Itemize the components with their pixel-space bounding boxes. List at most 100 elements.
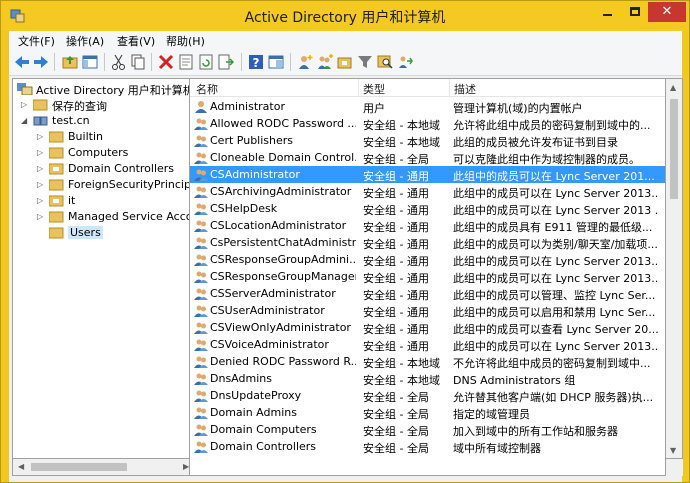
table-row[interactable]: CSResponseGroupAdmini... 安全组 - 通用 此组中的成员可以… (190, 251, 665, 268)
table-row[interactable]: Domain Admins 安全组 - 全局 指定的域管理员 (190, 404, 665, 421)
folder-icon (49, 211, 64, 223)
object-type-cell: 安全组 - 本地域 (363, 357, 440, 370)
table-row[interactable]: CSArchivingAdministrator 安全组 - 通用 此组中的成员可以… (190, 183, 665, 200)
show-tree-icon[interactable] (81, 53, 99, 71)
collapse-arrow-icon[interactable]: ◢ (21, 113, 30, 129)
scroll-left-icon[interactable]: ◀ (18, 459, 24, 474)
menu-help[interactable]: 帮助(H) (166, 33, 205, 49)
object-description-cell: 允许替其他客户端(如 DHCP 服务器)执... (453, 391, 654, 404)
table-row[interactable]: DnsUpdateProxy 安全组 - 全局 允许替其他客户端(如 DHCP 服务… (190, 387, 665, 404)
table-row[interactable]: Domain Controllers 安全组 - 全局 域中所有域控制器 (190, 438, 665, 455)
find-icon[interactable] (376, 53, 394, 71)
object-description-cell: 此组中的成员可以在 Lync Server 2013 ... (453, 204, 659, 217)
properties-icon[interactable] (177, 53, 195, 71)
folder-icon (49, 147, 64, 159)
export-list-icon[interactable] (217, 53, 235, 71)
column-name-header[interactable]: 名称 (196, 81, 218, 97)
group-icon (194, 372, 208, 385)
object-name-cell: CSLocationAdministrator (210, 219, 347, 232)
forward-icon[interactable] (32, 53, 50, 71)
object-description-cell: 此组中的成员可以启用和禁用 Lync Ser... (453, 306, 656, 319)
refresh-icon[interactable] (197, 53, 215, 71)
object-description-cell: 加入到域中的所有工作站和服务器 (453, 425, 618, 438)
new-user-icon[interactable] (296, 53, 314, 71)
table-row[interactable]: CSLocationAdministrator 安全组 - 通用 此组中的成员具有 … (190, 217, 665, 234)
cut-icon[interactable] (110, 53, 128, 71)
app-window: Active Directory 用户和计算机 ✕ 文件(F) 操作(A) 查看… (0, 0, 690, 483)
column-divider[interactable] (449, 79, 450, 97)
back-icon[interactable] (13, 53, 31, 71)
minimize-button[interactable] (594, 2, 621, 22)
up-folder-icon[interactable] (61, 53, 79, 71)
object-type-cell: 安全组 - 通用 (363, 323, 429, 336)
table-row[interactable]: CSHelpDesk 安全组 - 通用 此组中的成员可以在 Lync Server … (190, 200, 665, 217)
scroll-down-icon[interactable]: ▼ (670, 443, 676, 458)
menu-view[interactable]: 查看(V) (117, 33, 155, 49)
column-divider[interactable] (358, 79, 359, 97)
column-type-header[interactable]: 类型 (363, 81, 385, 97)
table-row[interactable]: Allowed RODC Password ... 安全组 - 本地域 允许将此组中… (190, 115, 665, 132)
table-row[interactable]: CSResponseGroupManager 安全组 - 通用 此组中的成员可以在 … (190, 268, 665, 285)
expand-arrow-icon[interactable]: ▷ (21, 97, 30, 113)
add-to-group-icon[interactable] (396, 53, 414, 71)
help-icon[interactable]: ? (247, 53, 265, 71)
object-name-cell: CsPersistentChatAdministr... (210, 236, 356, 249)
delete-icon[interactable] (157, 53, 175, 71)
table-row[interactable]: Administrator 用户 管理计算机(域)的内置帐户 (190, 98, 665, 115)
table-row[interactable]: Cert Publishers 安全组 - 本地域 此组的成员被允许发布证书到目录 (190, 132, 665, 149)
table-row[interactable]: CSAdministrator 安全组 - 通用 此组中的成员可以在 Lync Se… (190, 166, 665, 183)
object-name-cell: CSResponseGroupAdmini... (210, 253, 356, 266)
filter-icon[interactable] (356, 53, 374, 71)
scrollbar-thumb[interactable] (670, 99, 678, 199)
domain-icon (33, 116, 48, 126)
object-type-cell: 安全组 - 通用 (363, 204, 429, 217)
table-row[interactable]: CSViewOnlyAdministrator 安全组 - 通用 此组中的成员可以查… (190, 319, 665, 336)
table-row[interactable]: DnsAdmins 安全组 - 本地域 DNS Administrators 组 (190, 370, 665, 387)
object-type-cell: 安全组 - 全局 (363, 408, 429, 421)
expand-arrow-icon[interactable]: ▷ (37, 145, 46, 161)
object-description-cell: 此组中的成员可以在 Lync Server 2013... (453, 255, 659, 268)
table-row[interactable]: Denied RODC Password R... 安全组 - 本地域 不允许将此组… (190, 353, 665, 370)
copy-icon[interactable] (129, 53, 147, 71)
object-description-cell: 允许将此组中成员的密码复制到域中的... (453, 119, 651, 132)
expand-arrow-icon[interactable]: ▷ (37, 161, 46, 177)
group-icon (194, 355, 208, 368)
list-vertical-scrollbar[interactable]: ▲ ▼ (666, 78, 683, 459)
group-icon (194, 423, 208, 436)
close-button[interactable]: ✕ (648, 2, 686, 22)
tree-pane[interactable]: Active Directory 用户和计算机 ▷ 保存的查询 ◢ test.c… (12, 78, 195, 459)
table-row[interactable]: CsPersistentChatAdministr... 安全组 - 通用 此组中的… (190, 234, 665, 251)
object-type-cell: 安全组 - 全局 (363, 391, 429, 404)
table-row[interactable]: CSUserAdministrator 安全组 - 通用 此组中的成员可以启用和禁用… (190, 302, 665, 319)
menu-file[interactable]: 文件(F) (18, 33, 55, 49)
group-icon (194, 253, 208, 266)
expand-arrow-icon[interactable]: ▷ (37, 209, 46, 225)
menu-action[interactable]: 操作(A) (66, 33, 104, 49)
scroll-up-icon[interactable]: ▲ (670, 80, 676, 95)
tree-horizontal-scrollbar[interactable]: ◀ ▶ (12, 459, 195, 476)
ou-folder-icon (49, 163, 64, 175)
table-row[interactable]: CSServerAdministrator 安全组 - 通用 此组中的成员可以管理、… (190, 285, 665, 302)
maximize-icon (629, 7, 640, 16)
list-pane[interactable]: 名称 类型 描述 Administrator 用户 管理计算机(域)的内置帐户 All… (189, 78, 666, 476)
console-icon[interactable] (267, 53, 285, 71)
table-row[interactable]: Domain Computers 安全组 - 全局 加入到域中的所有工作站和服务器 (190, 421, 665, 438)
column-description-header[interactable]: 描述 (454, 81, 476, 97)
column-header: 名称 类型 描述 (190, 79, 665, 97)
object-type-cell: 安全组 - 全局 (363, 153, 429, 166)
toolbar-separator (241, 53, 242, 71)
new-group-icon[interactable] (316, 53, 334, 71)
object-type-cell: 用户 (363, 102, 385, 115)
scrollbar-thumb[interactable] (31, 463, 127, 471)
expand-arrow-icon[interactable]: ▷ (37, 193, 46, 209)
object-type-cell: 安全组 - 通用 (363, 289, 429, 302)
new-ou-icon[interactable] (336, 53, 354, 71)
object-type-cell: 安全组 - 通用 (363, 340, 429, 353)
expand-arrow-icon[interactable]: ▷ (37, 177, 46, 193)
table-row[interactable]: Cloneable Domain Control... 安全组 - 全局 可以克隆此… (190, 149, 665, 166)
expand-arrow-icon[interactable]: ▷ (37, 129, 46, 145)
ad-users-computers-icon (17, 83, 33, 95)
maximize-button[interactable] (621, 2, 648, 22)
title-bar[interactable]: Active Directory 用户和计算机 ✕ (1, 1, 689, 31)
table-row[interactable]: CSVoiceAdministrator 安全组 - 通用 此组中的成员可以在 Ly… (190, 336, 665, 353)
